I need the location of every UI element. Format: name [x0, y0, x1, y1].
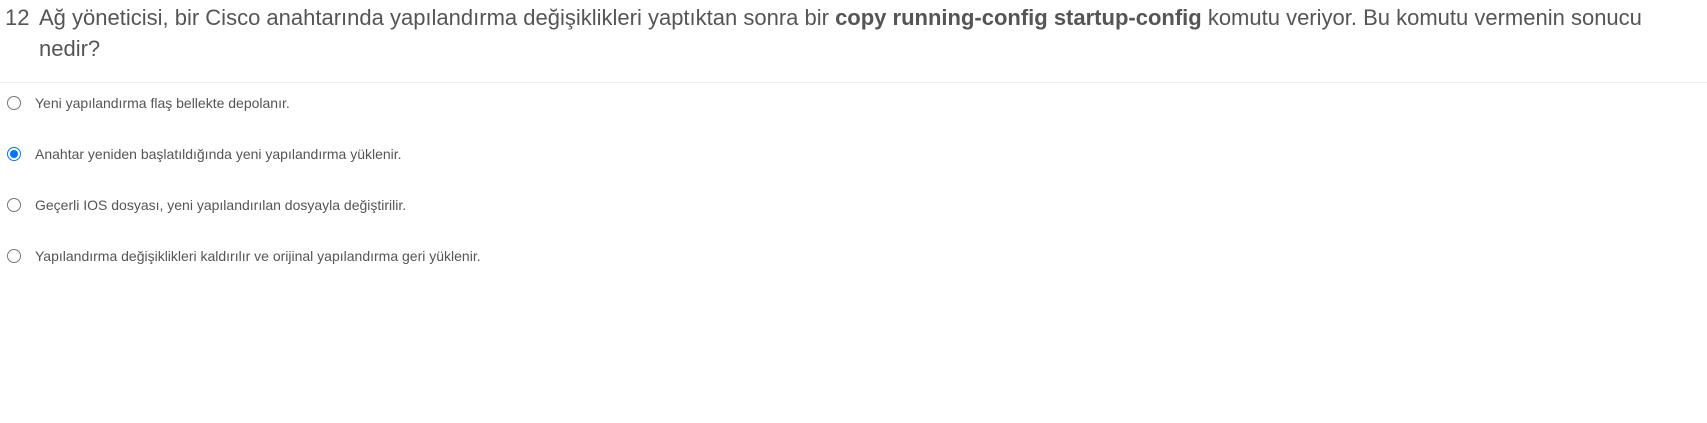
- question-number: 12: [5, 5, 30, 30]
- question-header: 12 Ağ yöneticisi, bir Cisco anahtarında …: [0, 0, 1707, 83]
- answer-radio-4[interactable]: [7, 249, 21, 263]
- question-text: Ağ yöneticisi, bir Cisco anahtarında yap…: [39, 2, 1699, 64]
- answer-option-2[interactable]: Anahtar yeniden başlatıldığında yeni yap…: [0, 143, 700, 167]
- question-command: copy running-config startup-config: [835, 5, 1202, 30]
- question-text-before: Ağ yöneticisi, bir Cisco anahtarında yap…: [39, 5, 836, 30]
- answer-option-3[interactable]: Geçerli IOS dosyası, yeni yapılandırılan…: [0, 194, 700, 218]
- answer-label-1[interactable]: Yeni yapılandırma flaş bellekte depolanı…: [35, 94, 290, 112]
- answer-label-4[interactable]: Yapılandırma değişiklikleri kaldırılır v…: [35, 247, 481, 265]
- answer-radio-1[interactable]: [7, 96, 21, 110]
- answer-option-4[interactable]: Yapılandırma değişiklikleri kaldırılır v…: [0, 245, 700, 269]
- answer-label-3[interactable]: Geçerli IOS dosyası, yeni yapılandırılan…: [35, 196, 406, 214]
- answer-radio-2[interactable]: [7, 147, 21, 161]
- answer-option-1[interactable]: Yeni yapılandırma flaş bellekte depolanı…: [0, 92, 700, 116]
- answer-label-2[interactable]: Anahtar yeniden başlatıldığında yeni yap…: [35, 145, 402, 163]
- answer-radio-3[interactable]: [7, 198, 21, 212]
